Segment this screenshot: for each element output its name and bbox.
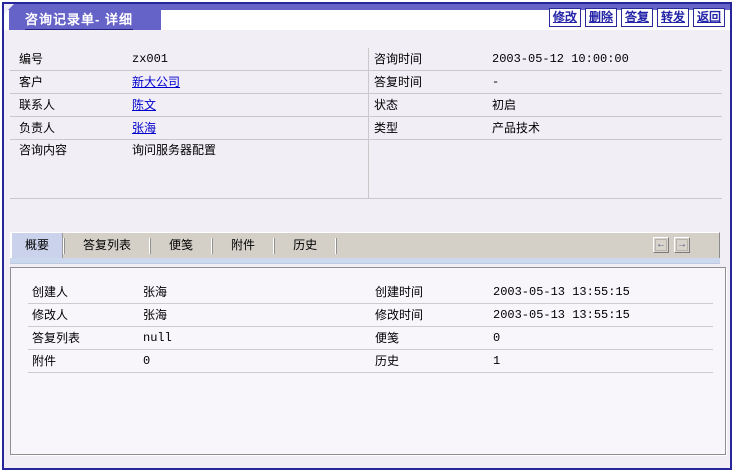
summary-label-notes-count: 便笺 <box>369 327 493 349</box>
tab-scroll-right-button[interactable]: → <box>674 237 690 253</box>
tab-reply-list[interactable]: 答复列表 <box>65 233 149 258</box>
tab-scroll-controls: ← → <box>653 237 690 253</box>
field-value-consult-time: 2003-05-12 10:00:00 <box>492 48 722 70</box>
summary-label-modify-time: 修改时间 <box>369 304 493 326</box>
summary-label-reply-list: 答复列表 <box>28 327 143 349</box>
page-title: 咨询记录单- 详细 <box>25 12 133 31</box>
summary-value-history-count: 1 <box>493 350 713 372</box>
summary-label-attachments-count: 附件 <box>28 350 143 372</box>
customer-link[interactable]: 新大公司 <box>132 75 180 89</box>
field-row-owner: 负责人 张海 类型 产品技术 <box>10 117 722 140</box>
field-label-status: 状态 <box>369 94 492 116</box>
tab-separator <box>335 238 337 254</box>
summary-row-creator: 创建人 张海 创建时间 2003-05-13 13:55:15 <box>28 281 713 304</box>
page-corner-icon <box>4 4 14 14</box>
field-label-consult-content: 咨询内容 <box>10 140 132 160</box>
field-value-reply-time: - <box>492 71 722 93</box>
summary-value-modify-time: 2003-05-13 13:55:15 <box>493 304 713 326</box>
field-row-contact: 联系人 陈文 状态 初启 <box>10 94 722 117</box>
field-label-number: 编号 <box>10 48 132 70</box>
contact-link[interactable]: 陈文 <box>132 98 156 112</box>
tab-scroll-left-button[interactable]: ← <box>653 237 669 253</box>
summary-panel: 创建人 张海 创建时间 2003-05-13 13:55:15 修改人 张海 修… <box>10 267 726 455</box>
summary-value-create-time: 2003-05-13 13:55:15 <box>493 281 713 303</box>
field-row-number: 编号 zx001 咨询时间 2003-05-12 10:00:00 <box>10 48 722 71</box>
arrow-right-icon: → <box>676 239 688 251</box>
summary-value-creator: 张海 <box>143 281 369 303</box>
summary-row-reply-list: 答复列表 null 便笺 0 <box>28 327 713 350</box>
field-value-number: zx001 <box>132 48 368 70</box>
detail-fields: 编号 zx001 咨询时间 2003-05-12 10:00:00 客户 新大公… <box>10 48 722 199</box>
tab-bar: 概要 答复列表 便笺 附件 历史 <box>10 232 720 258</box>
field-label-customer: 客户 <box>10 71 132 93</box>
forward-button[interactable]: 转发 <box>657 8 689 27</box>
reply-button[interactable]: 答复 <box>621 8 653 27</box>
back-button[interactable]: 返回 <box>693 8 725 27</box>
toolbar: 修改 删除 答复 转发 返回 <box>549 8 725 27</box>
field-value-consult-content: 询问服务器配置 <box>132 140 368 160</box>
field-row-consult-content: 咨询内容 询问服务器配置 <box>10 140 722 199</box>
tab-summary[interactable]: 概要 <box>11 233 63 258</box>
modify-button[interactable]: 修改 <box>549 8 581 27</box>
tab-attachments[interactable]: 附件 <box>213 233 273 258</box>
summary-label-creator: 创建人 <box>28 281 143 303</box>
field-label-consult-time: 咨询时间 <box>369 48 492 70</box>
summary-label-modifier: 修改人 <box>28 304 143 326</box>
field-label-contact: 联系人 <box>10 94 132 116</box>
summary-value-notes-count: 0 <box>493 327 713 349</box>
field-value-type: 产品技术 <box>492 117 722 139</box>
page-title-tab: 咨询记录单- 详细 <box>9 4 161 30</box>
field-value-status: 初启 <box>492 94 722 116</box>
summary-row-modifier: 修改人 张海 修改时间 2003-05-13 13:55:15 <box>28 304 713 327</box>
summary-value-modifier: 张海 <box>143 304 369 326</box>
summary-label-history-count: 历史 <box>369 350 493 372</box>
arrow-left-icon: ← <box>655 239 667 251</box>
summary-row-attachments: 附件 0 历史 1 <box>28 350 713 373</box>
summary-value-reply-list: null <box>143 327 369 349</box>
field-label-reply-time: 答复时间 <box>369 71 492 93</box>
tab-history[interactable]: 历史 <box>275 233 335 258</box>
window-frame: 咨询记录单- 详细 修改 删除 答复 转发 返回 编号 zx001 咨询时间 2… <box>2 2 732 470</box>
summary-value-attachments-count: 0 <box>143 350 369 372</box>
owner-link[interactable]: 张海 <box>132 121 156 135</box>
content-area: 编号 zx001 咨询时间 2003-05-12 10:00:00 客户 新大公… <box>4 30 730 468</box>
field-row-customer: 客户 新大公司 答复时间 - <box>10 71 722 94</box>
header: 咨询记录单- 详细 修改 删除 答复 转发 返回 <box>4 4 730 30</box>
tab-notes[interactable]: 便笺 <box>151 233 211 258</box>
field-label-type: 类型 <box>369 117 492 139</box>
summary-label-create-time: 创建时间 <box>369 281 493 303</box>
tab-bar-bottom-strip <box>10 258 720 264</box>
delete-button[interactable]: 删除 <box>585 8 617 27</box>
field-label-owner: 负责人 <box>10 117 132 139</box>
